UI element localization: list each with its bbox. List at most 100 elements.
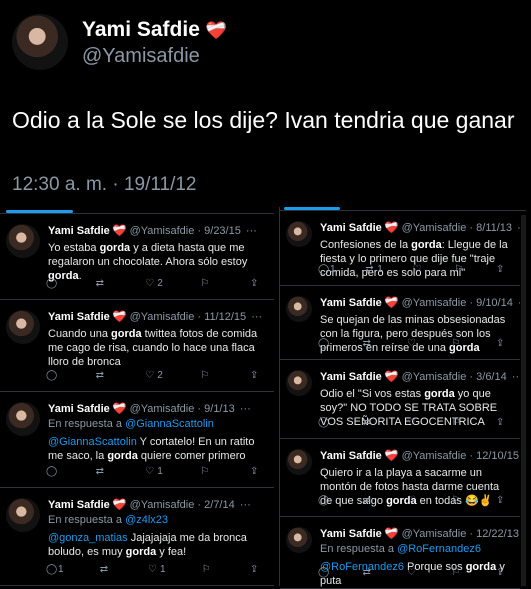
like-action[interactable]: ♡ [407, 338, 419, 349]
tweet-avatar[interactable] [6, 402, 40, 436]
like-action[interactable]: ♡ 2 [145, 278, 163, 289]
share-icon[interactable]: ⇪ [250, 278, 262, 289]
tweet-avatar[interactable] [6, 310, 40, 344]
reply-icon[interactable]: ◯ [318, 264, 330, 275]
tweet-date[interactable]: · 12/10/15 [469, 450, 519, 462]
bookmark-action[interactable]: ⚐ [452, 338, 464, 349]
tweet-date[interactable]: · 9/1/13 [197, 403, 234, 415]
share-icon[interactable]: ⇪ [496, 567, 508, 578]
like-action[interactable]: ♡ [407, 495, 419, 506]
tweet-date[interactable]: · 11/12/15 [197, 311, 246, 323]
reply-icon[interactable]: ◯ [46, 278, 58, 289]
bookmark-icon[interactable]: ⚐ [452, 417, 464, 428]
reply-action[interactable]: ◯ [46, 278, 58, 289]
share-icon[interactable]: ⇪ [496, 495, 508, 506]
share-icon[interactable]: ⇪ [250, 466, 262, 477]
tweet-card[interactable]: Yami Safdie ❤️‍🩹 @Yamisafdie · 12/10/15 … [280, 439, 520, 517]
tweet-handle[interactable]: @Yamisafdie [130, 311, 195, 323]
tweet-date[interactable]: · 9/23/15 [197, 225, 240, 237]
reply-icon[interactable]: ◯ [46, 370, 58, 381]
main-name[interactable]: Yami Safdie [82, 18, 200, 41]
reply-icon[interactable]: ◯ [318, 567, 330, 578]
share-icon[interactable]: ⇪ [250, 370, 262, 381]
retweet-action[interactable]: ⇄ [363, 495, 375, 506]
right-scrollbar[interactable] [521, 215, 526, 586]
retweet-icon[interactable]: ⇄ [365, 264, 377, 275]
share-action[interactable]: ⇪ [250, 278, 262, 289]
share-action[interactable]: ⇪ [496, 495, 508, 506]
more-icon[interactable]: ··· [251, 311, 262, 323]
tweet-author-name[interactable]: Yami Safdie [320, 297, 382, 309]
retweet-icon[interactable]: ⇄ [363, 338, 375, 349]
retweet-icon[interactable]: ⇄ [363, 495, 375, 506]
tweet-author-name[interactable]: Yami Safdie [320, 450, 382, 462]
reply-icon[interactable]: ◯ [46, 466, 58, 477]
like-action[interactable]: ♡ [413, 264, 425, 275]
retweet-icon[interactable]: ⇄ [96, 278, 108, 289]
reply-action[interactable]: ◯ [46, 466, 58, 477]
retweet-action[interactable]: ⇄ 1 [365, 264, 383, 275]
like-action[interactable]: ♡ 1 [145, 466, 163, 477]
tweet-handle[interactable]: @Yamisafdie [402, 297, 467, 309]
retweet-action[interactable]: ⇄ [96, 278, 108, 289]
reply-action[interactable]: ◯ [318, 338, 330, 349]
main-avatar[interactable] [12, 14, 68, 70]
reply-to-link[interactable]: @GiannaScattolin [125, 418, 214, 430]
bookmark-action[interactable]: ⚐ [202, 564, 214, 575]
bookmark-icon[interactable]: ⚐ [202, 564, 214, 575]
heart-icon[interactable]: ♡ [407, 495, 419, 506]
share-action[interactable]: ⇪ [250, 564, 262, 575]
retweet-action[interactable]: ⇄ [100, 564, 112, 575]
bookmark-action[interactable]: ⚐ [452, 567, 464, 578]
share-icon[interactable]: ⇪ [250, 564, 262, 575]
heart-icon[interactable]: ♡ [145, 278, 157, 289]
like-action[interactable]: ♡ 1 [148, 564, 166, 575]
share-action[interactable]: ⇪ [496, 567, 508, 578]
tweet-author-name[interactable]: Yami Safdie [320, 528, 382, 540]
tweet-avatar[interactable] [286, 221, 312, 247]
retweet-action[interactable]: ⇄ [96, 466, 108, 477]
heart-icon[interactable]: ♡ [407, 338, 419, 349]
bookmark-icon[interactable]: ⚐ [452, 567, 464, 578]
tweet-avatar[interactable] [286, 527, 312, 553]
retweet-action[interactable]: ⇄ [363, 567, 375, 578]
share-icon[interactable]: ⇪ [496, 264, 508, 275]
reply-icon[interactable]: ◯ [318, 495, 330, 506]
tweet-date[interactable]: · 9/10/14 [469, 297, 512, 309]
tweet-handle[interactable]: @Yamisafdie [130, 225, 195, 237]
reply-action[interactable]: ◯ [318, 417, 330, 428]
reply-to-link[interactable]: @z4lx23 [125, 514, 168, 526]
share-action[interactable]: ⇪ [250, 466, 262, 477]
more-icon[interactable]: ··· [246, 225, 257, 237]
retweet-action[interactable]: ⇄ [363, 338, 375, 349]
bookmark-action[interactable]: ⚐ [200, 466, 212, 477]
retweet-icon[interactable]: ⇄ [363, 417, 375, 428]
tweet-avatar[interactable] [286, 296, 312, 322]
tweet-avatar[interactable] [6, 498, 40, 532]
retweet-icon[interactable]: ⇄ [96, 466, 108, 477]
reply-action[interactable]: ◯ 1 [46, 564, 64, 575]
tweet-avatar[interactable] [6, 224, 40, 258]
bookmark-action[interactable]: ⚐ [452, 417, 464, 428]
heart-icon[interactable]: ♡ [407, 567, 419, 578]
more-icon[interactable]: ··· [240, 403, 251, 415]
share-action[interactable]: ⇪ [496, 264, 508, 275]
bookmark-action[interactable]: ⚐ [452, 495, 464, 506]
retweet-icon[interactable]: ⇄ [96, 370, 108, 381]
tweet-author-name[interactable]: Yami Safdie [320, 371, 382, 383]
reply-icon[interactable]: ◯ [318, 338, 330, 349]
like-action[interactable]: ♡ 2 [145, 370, 163, 381]
like-action[interactable]: ♡ [407, 417, 419, 428]
tweet-card[interactable]: Yami Safdie ❤️‍🩹 @Yamisafdie · 11/12/15 … [0, 300, 274, 392]
share-action[interactable]: ⇪ [250, 370, 262, 381]
share-icon[interactable]: ⇪ [496, 417, 508, 428]
heart-icon[interactable]: ♡ [148, 564, 160, 575]
heart-icon[interactable]: ♡ [145, 466, 157, 477]
bookmark-icon[interactable]: ⚐ [200, 278, 212, 289]
like-action[interactable]: ♡ [407, 567, 419, 578]
main-author[interactable]: Yami Safdie ❤️‍🩹 [82, 18, 227, 43]
mention-link[interactable]: @GiannaScattolin [48, 436, 137, 448]
tweet-handle[interactable]: @Yamisafdie [402, 371, 467, 383]
tweet-date[interactable]: · 2/7/14 [197, 499, 234, 511]
more-icon[interactable]: ··· [517, 222, 520, 234]
